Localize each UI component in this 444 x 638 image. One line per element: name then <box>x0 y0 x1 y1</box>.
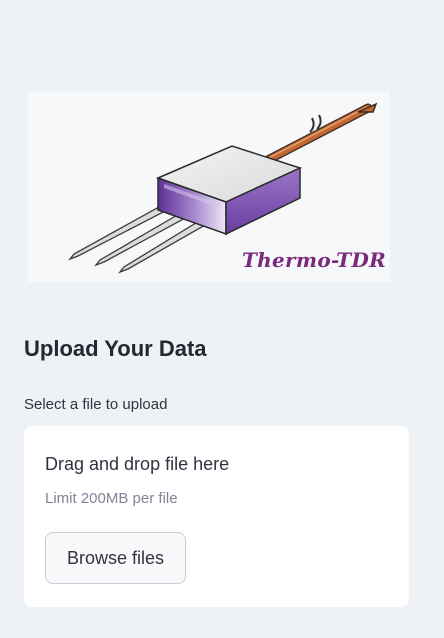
file-uploader-label: Select a file to upload <box>24 396 168 413</box>
logo-text: Thermo-TDR <box>242 248 387 272</box>
browse-files-button[interactable]: Browse files <box>45 532 186 584</box>
logo-image: Thermo-TDR <box>28 92 390 282</box>
section-title: Upload Your Data <box>24 336 207 361</box>
dropzone-instructions: Drag and drop file here <box>45 454 230 474</box>
app-page: Thermo-TDR Upload Your Data Select a fil… <box>0 0 444 638</box>
file-dropzone[interactable]: Drag and drop file here Limit 200MB per … <box>24 426 409 607</box>
dropzone-size-limit: Limit 200MB per file <box>45 490 178 507</box>
